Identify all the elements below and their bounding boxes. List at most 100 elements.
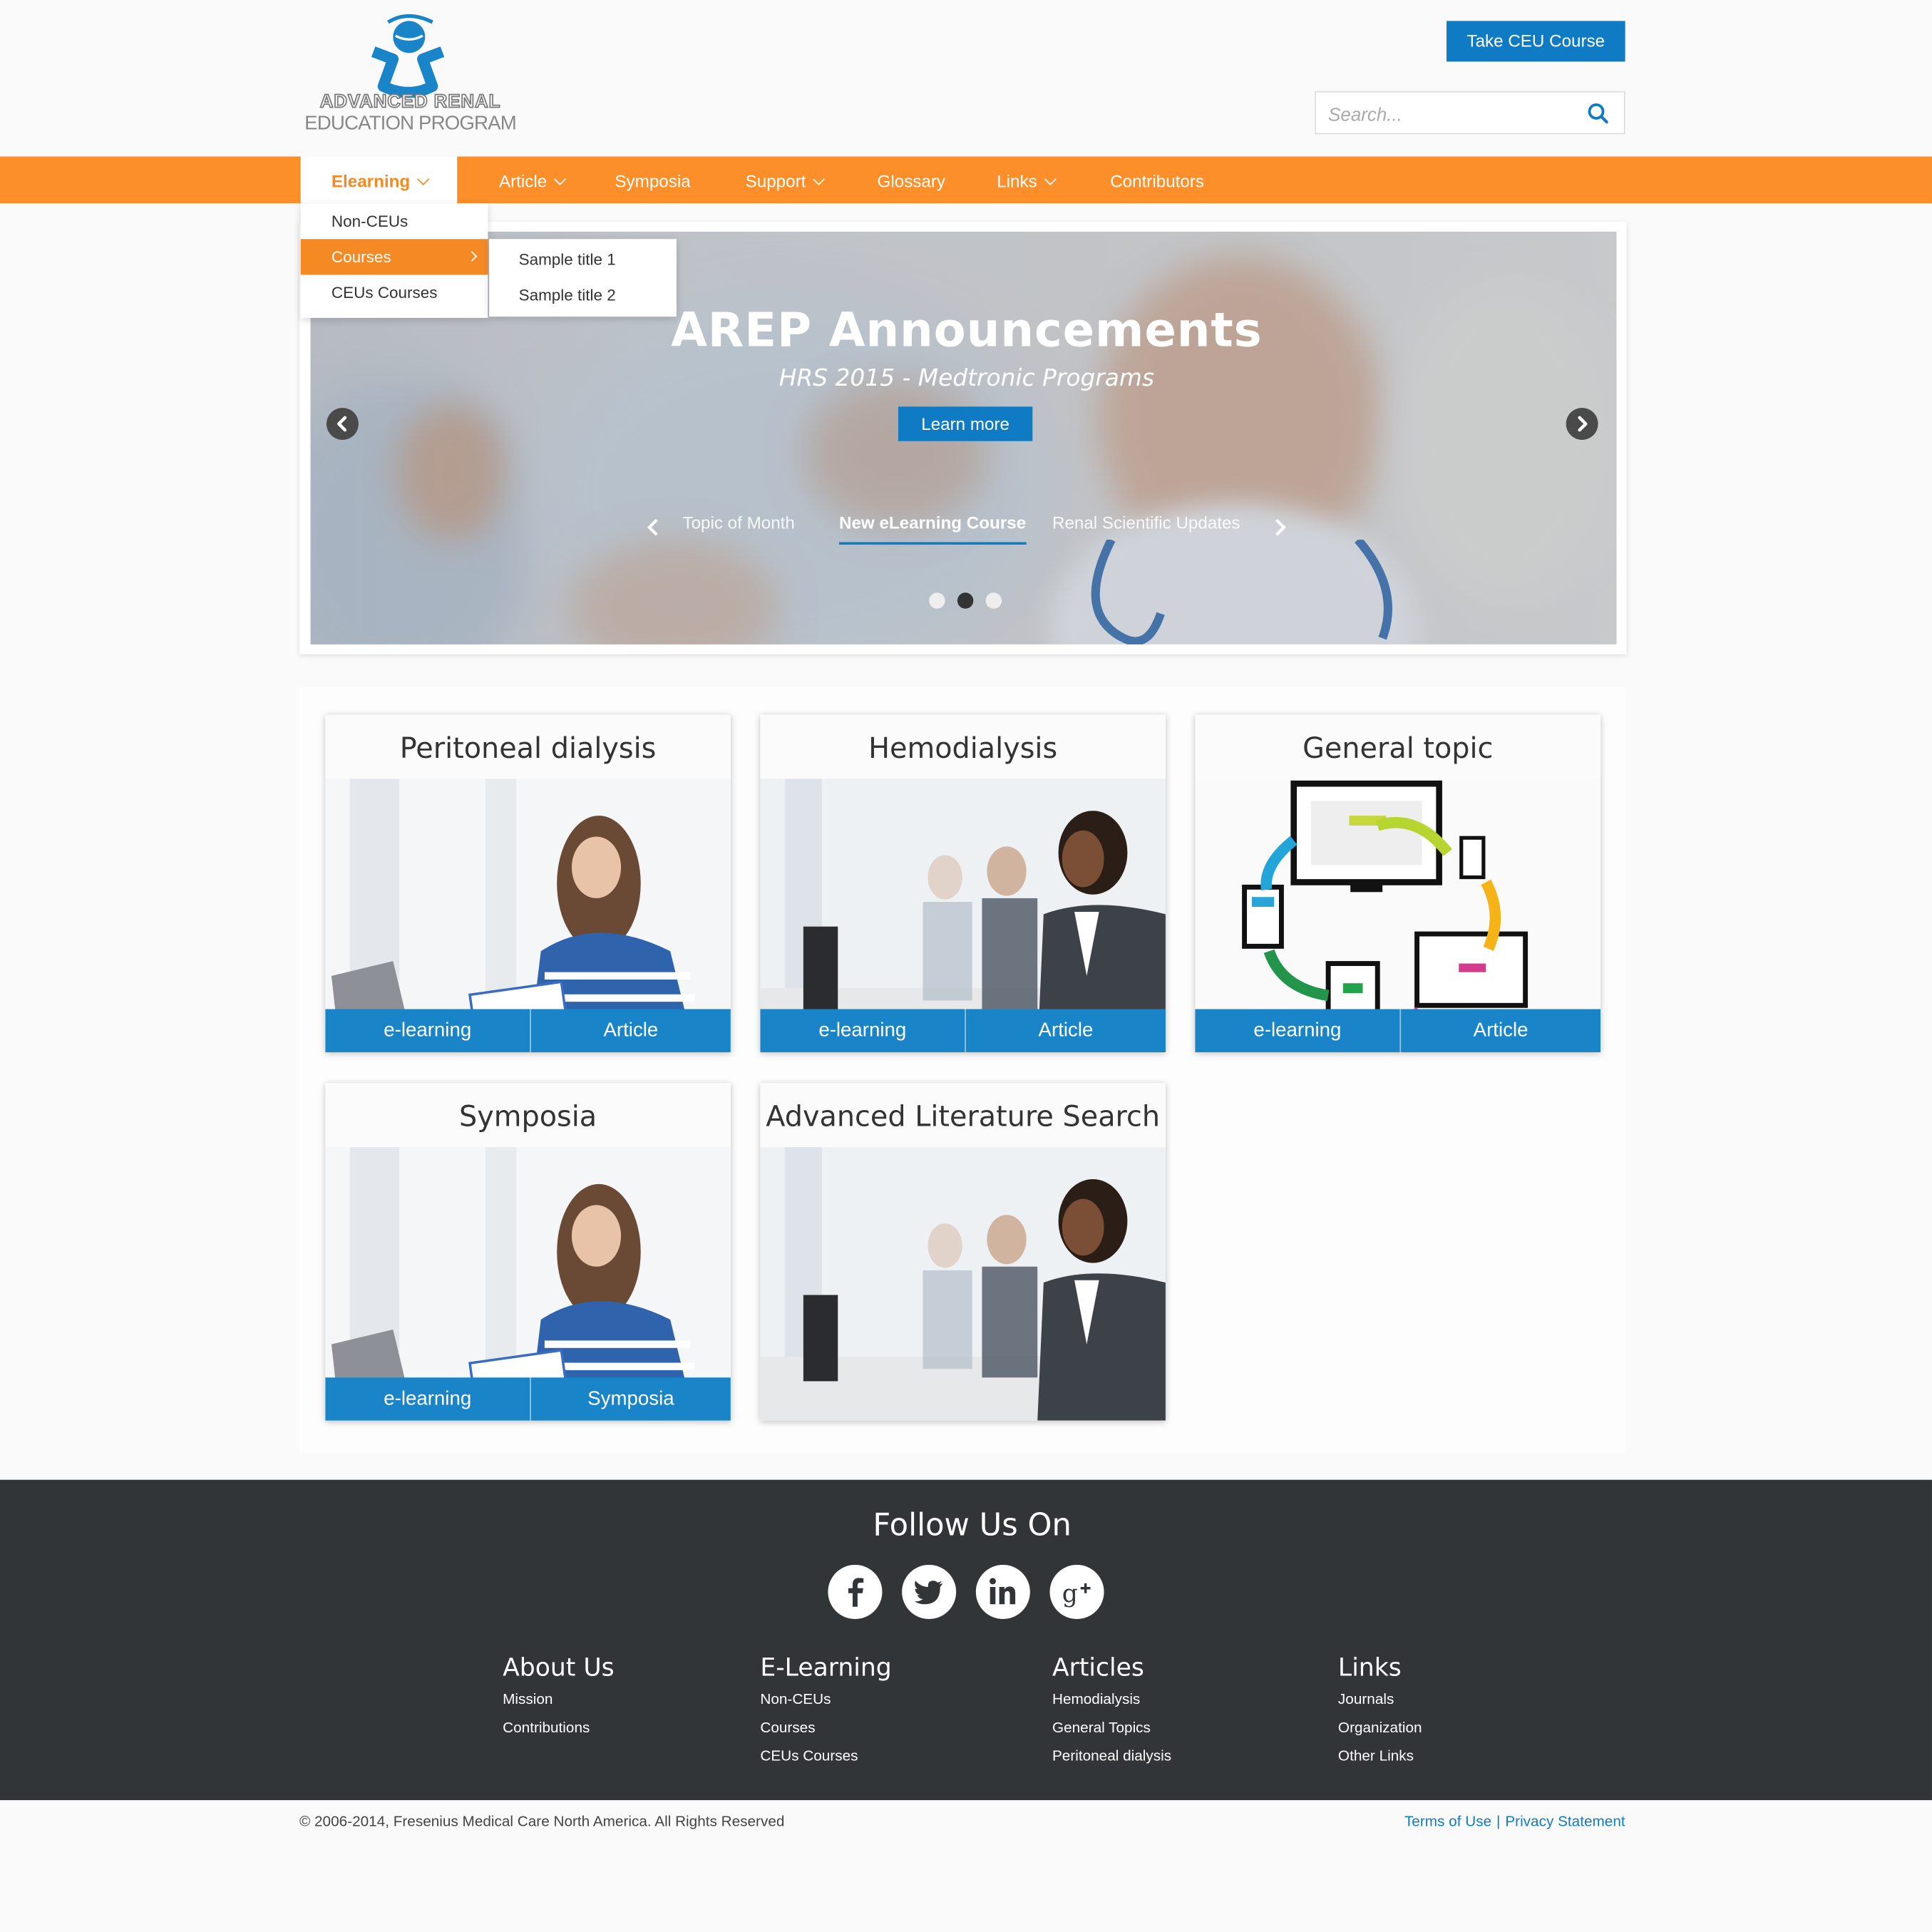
- footer-link[interactable]: Contributions: [503, 1717, 614, 1746]
- chevron-down-icon: [812, 173, 826, 186]
- google-plus-link[interactable]: g: [1049, 1564, 1104, 1619]
- topic-card-hemodialysis: Hemodialysis e-learning Article: [760, 714, 1166, 1052]
- learn-more-button[interactable]: Learn more: [898, 406, 1033, 441]
- nav-item-label: Support: [745, 171, 806, 191]
- dropdown-item-label: Non-CEUs: [331, 212, 409, 231]
- footer-link[interactable]: Journals: [1338, 1689, 1422, 1717]
- dropdown-item-courses[interactable]: Courses: [300, 239, 488, 275]
- subdropdown-item-label: Sample title 1: [518, 250, 616, 269]
- dropdown-item-ceus-courses[interactable]: CEUs Courses: [301, 274, 488, 310]
- dropdown-item-non-ceus[interactable]: Non-CEUs: [301, 203, 488, 239]
- card-article-button[interactable]: Article: [531, 1009, 731, 1052]
- svg-text:g: g: [1062, 1580, 1078, 1608]
- linkedin-icon: [989, 1578, 1016, 1605]
- chevron-down-icon: [553, 173, 566, 186]
- slide-tab-label: New eLearning Course: [838, 512, 1027, 533]
- slide-tab-topic-of-month[interactable]: Topic of Month: [682, 513, 794, 533]
- footer-col-elearning: E-Learning Non-CEUs Courses CEUs Courses: [760, 1653, 891, 1774]
- nav-item-label: Glossary: [877, 171, 946, 191]
- card-article-button[interactable]: Article: [966, 1009, 1166, 1052]
- logo[interactable]: ADVANCED RENAL EDUCATION PROGRAM: [299, 12, 521, 140]
- card-title: Hemodialysis: [760, 714, 1166, 779]
- nav-item-contributors[interactable]: Contributors: [1110, 156, 1204, 203]
- chevron-down-icon: [416, 173, 429, 186]
- logo-line2: EDUCATION PROGRAM: [304, 113, 517, 135]
- carousel-dot-active[interactable]: [957, 592, 974, 609]
- footer-col-title: About Us: [503, 1652, 615, 1682]
- card-title: General topic: [1195, 714, 1601, 779]
- carousel-dot[interactable]: [985, 592, 1002, 609]
- subdropdown-item[interactable]: Sample title 2: [489, 276, 677, 312]
- footer-link[interactable]: Hemodialysis: [1052, 1689, 1171, 1717]
- search-icon[interactable]: [1587, 102, 1609, 124]
- facebook-icon: [848, 1578, 864, 1607]
- card-article-button[interactable]: Article: [1401, 1009, 1600, 1052]
- take-ceu-course-button[interactable]: Take CEU Course: [1447, 21, 1625, 62]
- hero-next-button[interactable]: [1566, 408, 1598, 441]
- footer-col-title: E-Learning: [760, 1652, 892, 1682]
- footer-link[interactable]: Non-CEUs: [760, 1689, 891, 1717]
- nav-item-elearning[interactable]: Elearning: [300, 156, 458, 204]
- dropdown-item-label: Courses: [331, 247, 391, 267]
- chevron-right-icon: [466, 251, 478, 262]
- twitter-link[interactable]: [902, 1564, 957, 1619]
- linkedin-link[interactable]: [975, 1564, 1030, 1619]
- footer-link[interactable]: Organization: [1338, 1717, 1422, 1746]
- active-tab-underline: [838, 542, 1027, 545]
- footer-link[interactable]: CEUs Courses: [760, 1746, 891, 1774]
- nav-item-links[interactable]: Links: [997, 156, 1057, 203]
- footer-link[interactable]: Peritoneal dialysis: [1052, 1746, 1171, 1774]
- card-buttons: e-learning Symposia: [325, 1377, 731, 1421]
- legal-links: Terms of Use | Privacy Statement: [1404, 1812, 1625, 1829]
- card-image[interactable]: [760, 1147, 1166, 1421]
- footer-link[interactable]: General Topics: [1052, 1717, 1171, 1746]
- topic-card-peritoneal: Peritoneal dialysis e-learning Article: [325, 714, 731, 1052]
- nav-item-article[interactable]: Article: [499, 156, 566, 203]
- chevron-down-icon: [1044, 173, 1057, 186]
- copyright-text: © 2006-2014, Fresenius Medical Care Nort…: [299, 1812, 785, 1830]
- subdropdown-item[interactable]: Sample title 1: [489, 240, 677, 276]
- nav-item-label: Symposia: [615, 171, 691, 191]
- hero-prev-button[interactable]: [326, 408, 359, 441]
- footer-col-articles: Articles Hemodialysis General Topics Per…: [1052, 1653, 1171, 1774]
- footer-link[interactable]: Courses: [760, 1717, 891, 1746]
- nav-item-symposia[interactable]: Symposia: [615, 156, 690, 203]
- nav-item-label: Links: [997, 171, 1037, 191]
- elearning-dropdown: Non-CEUs Courses CEUs Courses: [300, 203, 488, 318]
- chevron-left-icon: [337, 416, 347, 432]
- card-buttons: e-learning Article: [325, 1009, 731, 1052]
- tabs-prev-icon[interactable]: [643, 515, 663, 540]
- topic-card-literature-search[interactable]: Advanced Literature Search: [760, 1083, 1166, 1421]
- card-title: Peritoneal dialysis: [325, 714, 731, 779]
- facebook-link[interactable]: [828, 1564, 883, 1619]
- topic-card-symposia: Symposia e-learning Symposia: [325, 1083, 731, 1421]
- card-elearning-button[interactable]: e-learning: [325, 1009, 531, 1052]
- twitter-icon: [914, 1581, 943, 1605]
- nav-item-support[interactable]: Support: [745, 156, 826, 203]
- footer-col-title: Articles: [1052, 1652, 1144, 1682]
- footer-link[interactable]: Mission: [503, 1689, 614, 1717]
- logo-figure-icon: [371, 14, 445, 98]
- privacy-statement-link[interactable]: Privacy Statement: [1505, 1812, 1625, 1829]
- card-elearning-button[interactable]: e-learning: [1195, 1009, 1402, 1052]
- card-elearning-button[interactable]: e-learning: [325, 1377, 531, 1421]
- topic-card-general: General topic e-learning Article: [1195, 714, 1601, 1052]
- slide-tab-label: Topic of Month: [682, 512, 795, 533]
- footer-col-about: About Us Mission Contributions: [503, 1653, 614, 1746]
- slide-tab-new-elearning[interactable]: New eLearning Course: [838, 512, 1027, 545]
- card-elearning-button[interactable]: e-learning: [760, 1009, 966, 1052]
- nav-item-glossary[interactable]: Glossary: [878, 156, 945, 203]
- main-nav: Elearning Article Symposia Support Gloss…: [0, 156, 1932, 204]
- card-title: Advanced Literature Search: [760, 1083, 1166, 1148]
- logo-line1: ADVANCED RENAL: [319, 91, 501, 113]
- terms-of-use-link[interactable]: Terms of Use: [1404, 1812, 1491, 1829]
- hero-subtitle: HRS 2015 - Medtronic Programs: [779, 364, 1155, 392]
- tabs-next-icon[interactable]: [1270, 515, 1290, 540]
- slide-tab-renal-scientific[interactable]: Renal Scientific Updates: [1052, 513, 1240, 533]
- google-plus-icon: g: [1062, 1580, 1091, 1608]
- search-input[interactable]: [1325, 99, 1578, 130]
- footer-link[interactable]: Other Links: [1338, 1746, 1422, 1774]
- card-symposia-button[interactable]: Symposia: [531, 1377, 731, 1420]
- carousel-dot[interactable]: [929, 592, 945, 609]
- slide-tab-label: Renal Scientific Updates: [1052, 512, 1240, 533]
